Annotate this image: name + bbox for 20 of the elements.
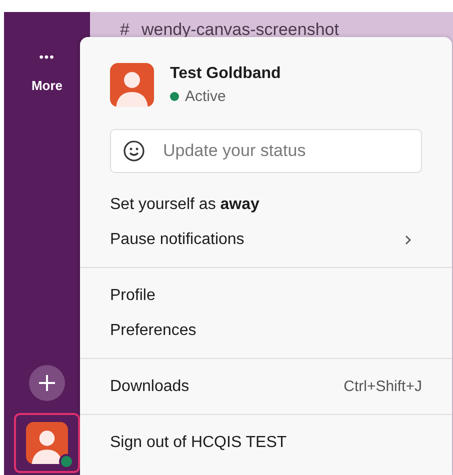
menu-item[interactable]: Pause notifications — [80, 222, 452, 257]
more-icon[interactable]: ••• — [39, 50, 55, 64]
menu-item[interactable]: Sign out of HCQIS TEST — [80, 425, 452, 460]
channel-name: wendy-canvas-screenshot — [141, 20, 339, 40]
avatar-icon — [110, 63, 154, 107]
menu-item[interactable]: Preferences — [80, 313, 452, 348]
plus-icon — [38, 374, 56, 392]
more-label[interactable]: More — [31, 78, 63, 93]
menu-item[interactable]: Downloads Ctrl+Shift+J — [80, 369, 452, 404]
presence-status: Active — [185, 88, 226, 105]
menu-item[interactable]: Profile — [80, 278, 452, 313]
add-button[interactable] — [29, 365, 65, 401]
status-input[interactable]: Update your status — [161, 140, 409, 162]
avatar-icon — [26, 422, 68, 464]
hash-icon: # — [120, 20, 130, 40]
user-name: Test Goldband — [170, 65, 281, 83]
smiley-icon — [123, 140, 145, 162]
user-avatar-button[interactable] — [14, 413, 80, 473]
status-field[interactable]: Update your status — [110, 129, 422, 173]
menu-item[interactable]: Set yourself as away — [80, 187, 452, 222]
